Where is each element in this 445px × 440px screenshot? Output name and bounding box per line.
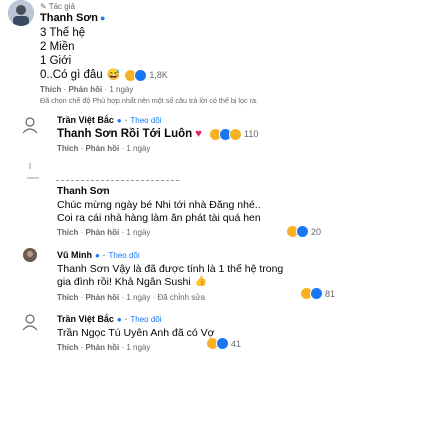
like-link[interactable]: Thích bbox=[57, 293, 78, 302]
reply-text-line: Thanh Sơn Vậy là đã được tính là 1 thế h… bbox=[57, 263, 284, 275]
reply-actions: Thích · Phản hồi · 1 ngày bbox=[57, 228, 151, 237]
avatar[interactable] bbox=[8, 0, 34, 26]
reply-avatar[interactable] bbox=[22, 116, 38, 134]
reply-link[interactable]: Phản hồi bbox=[68, 85, 102, 94]
comment-line: 3 Thế hệ bbox=[40, 27, 86, 39]
reply-text-row: gia đình rồi! Khả Ngân Sushi 👍 bbox=[57, 275, 207, 289]
comment-last-line: 0..Có gì đâu 😅 1,8K bbox=[40, 68, 168, 82]
reaction-summary[interactable]: 20 bbox=[286, 225, 321, 238]
reply-author[interactable]: Trần Việt Bắc bbox=[57, 314, 114, 324]
timestamp[interactable]: 1 ngày bbox=[126, 343, 150, 352]
reply-link[interactable]: Phản hồi bbox=[85, 293, 119, 302]
reply-author-row: Trần Việt Bắc ● · Theo dõi bbox=[57, 314, 162, 324]
reply-avatar[interactable] bbox=[23, 248, 37, 262]
reply-avatar[interactable] bbox=[22, 313, 38, 331]
timestamp[interactable]: 1 ngày bbox=[109, 85, 133, 94]
thumbs-up-emoji-icon: 👍 bbox=[194, 276, 208, 287]
avatar-placeholder-icon bbox=[27, 163, 39, 179]
reply-link[interactable]: Phản hồi bbox=[85, 144, 119, 153]
comment-author[interactable]: Thanh Sơn ● bbox=[40, 12, 105, 24]
reply-text-row: Thanh Sơn Rồi Tới Luôn ♥ 110 bbox=[57, 127, 259, 141]
reaction-summary[interactable]: 81 bbox=[300, 287, 335, 300]
timestamp[interactable]: 1 ngày bbox=[126, 228, 150, 237]
like-reaction-icon bbox=[216, 337, 229, 350]
verified-icon: ● bbox=[116, 314, 122, 324]
avatar-image bbox=[8, 0, 34, 26]
comment-line: 2 Miền bbox=[40, 41, 75, 53]
reaction-summary[interactable]: 41 bbox=[206, 337, 241, 350]
like-reaction-icon bbox=[134, 68, 148, 82]
reaction-summary[interactable]: 110 bbox=[209, 127, 258, 141]
reply-author[interactable]: Trần Việt Bắc bbox=[57, 115, 114, 125]
reply-author-row: Trần Việt Bắc ● · Theo dõi bbox=[57, 115, 162, 125]
timestamp[interactable]: 1 ngày bbox=[126, 144, 150, 153]
reply-text-line: Chúc mừng ngày bé Nhi tới nhà Đăng nhé.. bbox=[57, 199, 261, 211]
follow-link[interactable]: Theo dõi bbox=[130, 116, 161, 125]
pencil-icon: ✎ bbox=[40, 2, 47, 11]
reply-author[interactable]: Thanh Sơn bbox=[57, 186, 110, 197]
default-avatar-icon bbox=[22, 314, 38, 331]
verified-icon: ● bbox=[116, 115, 122, 125]
reply-actions: Thích · Phản hồi · 1 ngày · Đã chỉnh sửa bbox=[57, 293, 206, 302]
follow-link[interactable]: Theo dõi bbox=[130, 315, 161, 324]
reply-text-line: Trần Ngọc Tú Uyên Anh đã có Vợ bbox=[57, 327, 215, 339]
verified-icon: ● bbox=[99, 13, 106, 23]
like-link[interactable]: Thích bbox=[40, 85, 61, 94]
like-link[interactable]: Thích bbox=[57, 228, 78, 237]
edited-label: Đã chỉnh sửa bbox=[157, 293, 206, 302]
reaction-summary[interactable]: 1,8K bbox=[124, 68, 168, 82]
reply-text-line: Coi ra cái nhà hàng làm ăn phát tài quá … bbox=[57, 212, 261, 224]
like-link[interactable]: Thích bbox=[57, 343, 78, 352]
like-link[interactable]: Thích bbox=[57, 144, 78, 153]
reply-avatar[interactable] bbox=[26, 161, 40, 179]
wow-reaction-icon bbox=[229, 127, 242, 141]
reply-link[interactable]: Phản hồi bbox=[85, 343, 119, 352]
reply-actions: Thích · Phản hồi · 1 ngày bbox=[57, 343, 151, 352]
default-avatar-icon bbox=[22, 117, 38, 134]
follow-link[interactable]: Theo dõi bbox=[109, 251, 140, 260]
timestamp[interactable]: 1 ngày bbox=[126, 293, 150, 302]
comment-line: 1 Giới bbox=[40, 55, 72, 67]
like-reaction-icon bbox=[310, 287, 323, 300]
verified-icon: ● bbox=[95, 250, 100, 260]
comment-actions: Thích · Phản hồi · 1 ngày bbox=[40, 85, 134, 94]
grin-emoji-icon: 😅 bbox=[106, 69, 121, 81]
author-badge: ✎ Tác giả bbox=[40, 2, 75, 11]
reply-author-row: Vũ Minh ● · Theo dõi bbox=[57, 250, 140, 260]
reply-author[interactable]: Vũ Minh bbox=[57, 250, 92, 260]
reply-text-line: gia đình rồi! Khả Ngân Sushi bbox=[57, 276, 191, 288]
reply-actions: Thích · Phản hồi · 1 ngày bbox=[57, 144, 151, 153]
reply-divider bbox=[56, 180, 179, 182]
like-reaction-icon bbox=[296, 225, 309, 238]
avatar-image bbox=[23, 248, 37, 262]
reply-link[interactable]: Phản hồi bbox=[85, 228, 119, 237]
filter-notice: Đã chọn chế độ Phù hợp nhất nên một số c… bbox=[40, 96, 258, 105]
heart-emoji-icon: ♥ bbox=[195, 128, 202, 140]
